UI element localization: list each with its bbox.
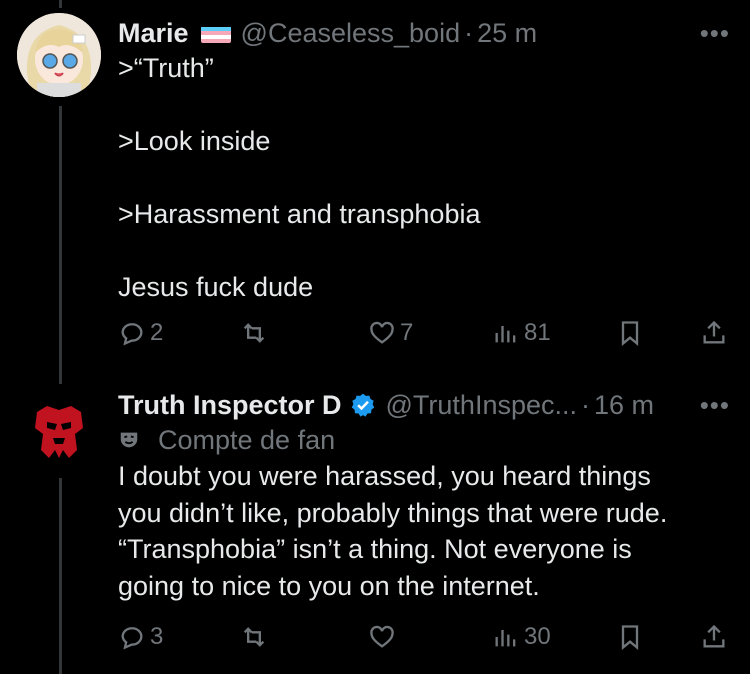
tweet-text: >“Truth” >Look inside >Harassment and tr…	[118, 53, 481, 302]
share-icon	[703, 320, 725, 344]
retweet-button[interactable]	[240, 316, 272, 350]
retweet-icon	[243, 323, 265, 343]
mask-icon	[120, 432, 138, 448]
like-icon	[370, 321, 394, 344]
more-options-icon[interactable]: •••	[700, 390, 730, 421]
bookmark-button[interactable]	[616, 620, 644, 654]
user-handle[interactable]: @Ceaseless_boid	[241, 18, 461, 49]
reply-count: 3	[150, 623, 164, 650]
account-label-text: Compte de fan	[158, 424, 336, 455]
share-icon	[703, 624, 725, 648]
share-button[interactable]	[700, 316, 728, 350]
views-button[interactable]: 30	[492, 620, 551, 654]
timestamp[interactable]: 16 m	[594, 390, 654, 421]
tweet-header: Truth Inspector D @TruthInspec... · 16 m	[118, 388, 730, 422]
bookmark-button[interactable]	[616, 316, 644, 350]
user-handle[interactable]: @TruthInspec...	[386, 390, 577, 421]
avatar-image	[17, 13, 101, 97]
avatar[interactable]	[17, 13, 101, 97]
tweet-header: Marie @Ceaseless_boid · 25 m	[118, 16, 730, 50]
views-count: 30	[524, 623, 551, 650]
avatar[interactable]	[17, 388, 101, 472]
tweet-text: I doubt you were harassed, you heard thi…	[118, 461, 668, 601]
timestamp[interactable]: 25 m	[477, 18, 537, 49]
verified-badge-icon	[350, 392, 376, 418]
reply-button[interactable]: 2	[118, 316, 163, 350]
views-icon	[495, 326, 516, 343]
reply-count: 2	[150, 319, 164, 346]
views-icon	[495, 630, 516, 647]
reply-icon	[121, 627, 143, 650]
share-button[interactable]	[700, 620, 728, 654]
like-button[interactable]	[368, 620, 400, 654]
views-button[interactable]: 81	[492, 316, 551, 350]
retweet-button[interactable]	[240, 620, 272, 654]
like-count: 7	[400, 319, 414, 346]
bookmark-icon	[621, 321, 639, 346]
display-name[interactable]: Truth Inspector D	[118, 390, 342, 421]
more-options-icon[interactable]: •••	[700, 18, 730, 49]
like-icon	[370, 625, 394, 648]
tweet-actions: 2 7 81	[118, 316, 728, 350]
trans-flag-icon	[200, 23, 231, 43]
display-name[interactable]: Marie	[118, 18, 189, 49]
separator-dot: ·	[581, 389, 590, 420]
like-button[interactable]: 7	[368, 316, 413, 350]
bookmark-icon	[621, 625, 639, 650]
account-label: Compte de fan	[118, 422, 730, 458]
reply-icon	[121, 323, 143, 346]
tweet[interactable]: Truth Inspector D @TruthInspec... · 16 m…	[0, 384, 750, 674]
views-count: 81	[524, 319, 551, 346]
separator-dot: ·	[464, 17, 474, 48]
retweet-icon	[243, 627, 265, 647]
avatar-image	[17, 388, 101, 472]
tweet[interactable]: Marie @Ceaseless_boid · 25 m ••• >“Truth…	[0, 0, 750, 380]
reply-button[interactable]: 3	[118, 620, 163, 654]
tweet-actions: 3 30	[118, 620, 728, 654]
